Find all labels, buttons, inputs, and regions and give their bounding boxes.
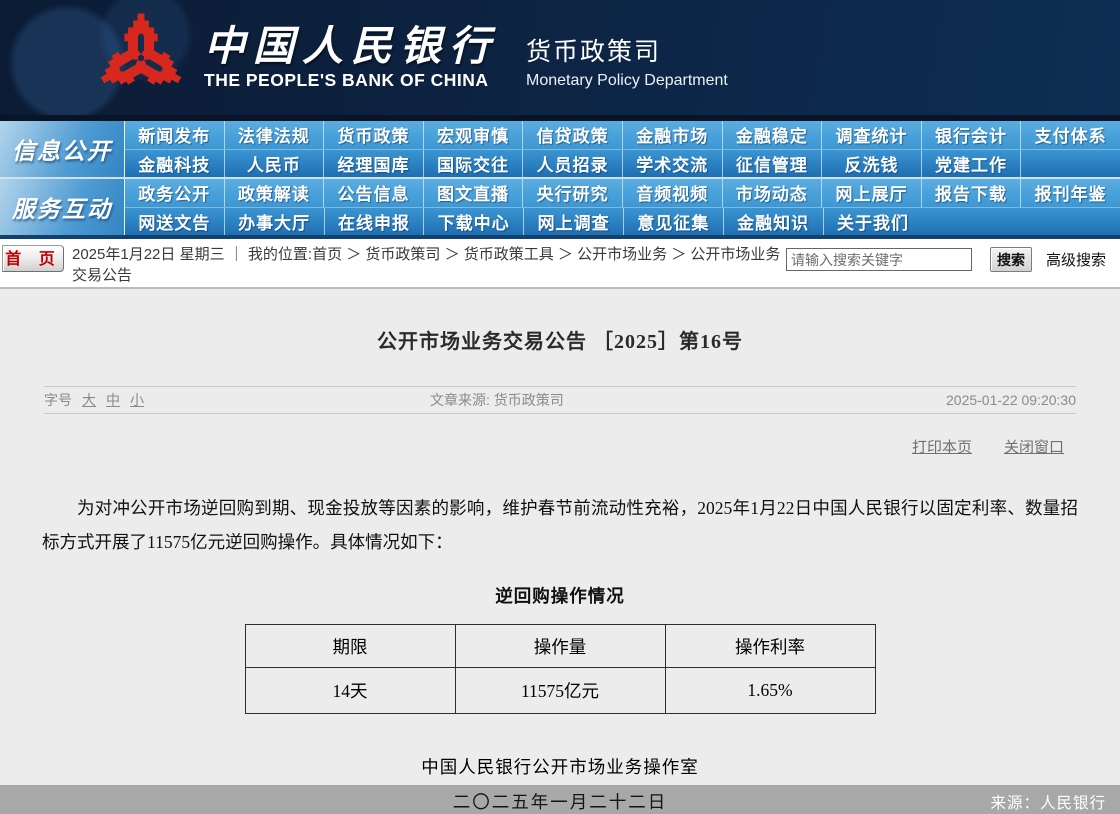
article-actions: 打印本页 关闭窗口 xyxy=(0,436,1064,457)
bank-name-cn: 中国人民银行 xyxy=(204,25,498,67)
print-page-link[interactable]: 打印本页 xyxy=(912,436,972,457)
nav-item[interactable]: 市场动态 xyxy=(723,179,823,207)
cell-rate: 1.65% xyxy=(665,668,875,714)
meta-divider-bottom xyxy=(44,413,1076,414)
repo-operation-table: 期限 操作量 操作利率 14天 11575亿元 1.65% xyxy=(245,624,876,714)
site-header: 中国人民银行 THE PEOPLE'S BANK OF CHINA 货币政策司 … xyxy=(0,0,1120,115)
nav-section-label-service: 服务互动 xyxy=(0,179,125,235)
article-meta: 字号 大 中 小 文章来源: 货币政策司 2025-01-22 09:20:30 xyxy=(44,387,1076,413)
nav-item[interactable]: 公告信息 xyxy=(324,179,424,207)
nav-item[interactable]: 党建工作 xyxy=(922,150,1022,178)
nav-row-4: 网送文告 办事大厅 在线申报 下载中心 网上调查 意见征集 金融知识 关于我们 xyxy=(125,208,1120,236)
nav-row-3: 政务公开 政策解读 公告信息 图文直播 央行研究 音频视频 市场动态 网上展厅 … xyxy=(125,179,1120,208)
nav-item-empty xyxy=(1021,208,1120,236)
nav-item[interactable]: 政策解读 xyxy=(225,179,325,207)
nav-item[interactable]: 关于我们 xyxy=(824,208,923,236)
advanced-search-link[interactable]: 高级搜索 xyxy=(1046,249,1106,270)
nav-section-label-info: 信息公开 xyxy=(0,121,125,177)
department-block: 货币政策司 Monetary Policy Department xyxy=(526,26,728,90)
nav-item[interactable]: 法律法规 xyxy=(225,121,325,149)
nav-section-service-interaction: 服务互动 政务公开 政策解读 公告信息 图文直播 央行研究 音频视频 市场动态 … xyxy=(0,179,1120,235)
pboc-logo-icon xyxy=(92,10,190,106)
search-input[interactable] xyxy=(786,248,972,271)
main-navigation: 信息公开 新闻发布 法律法规 货币政策 宏观审慎 信贷政策 金融市场 金融稳定 … xyxy=(0,115,1120,239)
nav-item[interactable]: 货币政策 xyxy=(324,121,424,149)
breadcrumb[interactable]: 2025年1月22日 星期三 ｜ 我的位置:首页 ＞ 货币政策司 ＞ 货币政策工… xyxy=(72,242,784,286)
col-header-rate: 操作利率 xyxy=(665,625,875,668)
nav-item[interactable]: 金融知识 xyxy=(724,208,824,236)
nav-item[interactable]: 新闻发布 xyxy=(125,121,225,149)
nav-item[interactable]: 反洗钱 xyxy=(822,150,922,178)
font-size-label: 字号 xyxy=(44,390,72,410)
bank-name-block: 中国人民银行 THE PEOPLE'S BANK OF CHINA xyxy=(204,25,498,91)
nav-item[interactable]: 网上调查 xyxy=(524,208,624,236)
article-content: 公开市场业务交易公告 ［2025］第16号 字号 大 中 小 文章来源: 货币政… xyxy=(0,289,1120,814)
table-caption: 逆回购操作情况 xyxy=(0,583,1120,608)
nav-item-empty xyxy=(922,208,1021,236)
col-header-term: 期限 xyxy=(245,625,455,668)
nav-menu-service: 政务公开 政策解读 公告信息 图文直播 央行研究 音频视频 市场动态 网上展厅 … xyxy=(125,179,1120,235)
breadcrumb-bar: 首 页 2025年1月22日 星期三 ｜ 我的位置:首页 ＞ 货币政策司 ＞ 货… xyxy=(0,239,1120,289)
nav-section-label-text: 服务互动 xyxy=(12,190,112,224)
nav-item[interactable]: 学术交流 xyxy=(623,150,723,178)
article-timestamp: 2025-01-22 09:20:30 xyxy=(946,392,1076,408)
nav-item[interactable]: 办事大厅 xyxy=(225,208,325,236)
nav-menu-info: 新闻发布 法律法规 货币政策 宏观审慎 信贷政策 金融市场 金融稳定 调查统计 … xyxy=(125,121,1120,177)
nav-item[interactable]: 报刊年鉴 xyxy=(1021,179,1120,207)
nav-row-2: 金融科技 人民币 经理国库 国际交往 人员招录 学术交流 征信管理 反洗钱 党建… xyxy=(125,150,1120,178)
nav-item[interactable]: 国际交往 xyxy=(424,150,524,178)
article-signature: 中国人民银行公开市场业务操作室 xyxy=(0,754,1120,779)
article-paragraph: 为对冲公开市场逆回购到期、现金投放等因素的影响，维护春节前流动性充裕，2025年… xyxy=(42,491,1078,559)
nav-item[interactable]: 图文直播 xyxy=(424,179,524,207)
nav-item[interactable]: 信贷政策 xyxy=(523,121,623,149)
article-source: 文章来源: 货币政策司 xyxy=(430,390,946,410)
nav-row-1: 新闻发布 法律法规 货币政策 宏观审慎 信贷政策 金融市场 金融稳定 调查统计 … xyxy=(125,121,1120,150)
search-button[interactable]: 搜索 xyxy=(990,247,1032,272)
nav-item[interactable]: 央行研究 xyxy=(523,179,623,207)
close-window-link[interactable]: 关闭窗口 xyxy=(1004,436,1064,457)
cell-volume: 11575亿元 xyxy=(455,668,665,714)
nav-item[interactable]: 征信管理 xyxy=(723,150,823,178)
nav-item[interactable]: 支付体系 xyxy=(1021,121,1120,149)
nav-item[interactable]: 报告下载 xyxy=(922,179,1022,207)
nav-section-label-text: 信息公开 xyxy=(12,132,112,166)
col-header-volume: 操作量 xyxy=(455,625,665,668)
nav-section-info-disclosure: 信息公开 新闻发布 法律法规 货币政策 宏观审慎 信贷政策 金融市场 金融稳定 … xyxy=(0,121,1120,177)
nav-item[interactable]: 人民币 xyxy=(225,150,325,178)
font-size-large[interactable]: 大 xyxy=(82,390,96,410)
nav-item[interactable]: 金融市场 xyxy=(623,121,723,149)
font-size-small[interactable]: 小 xyxy=(130,390,144,410)
table-header-row: 期限 操作量 操作利率 xyxy=(245,625,875,668)
bank-name-en: THE PEOPLE'S BANK OF CHINA xyxy=(204,70,498,91)
nav-item[interactable]: 网送文告 xyxy=(125,208,225,236)
department-name-cn: 货币政策司 xyxy=(526,32,728,68)
nav-item[interactable]: 网上展厅 xyxy=(822,179,922,207)
nav-item[interactable]: 音频视频 xyxy=(623,179,723,207)
home-button[interactable]: 首 页 xyxy=(2,245,64,272)
table-row: 14天 11575亿元 1.65% xyxy=(245,668,875,714)
nav-item[interactable]: 调查统计 xyxy=(822,121,922,149)
search-box: 搜索 高级搜索 xyxy=(786,242,1106,272)
nav-item-empty xyxy=(1021,150,1120,178)
nav-item[interactable]: 经理国库 xyxy=(324,150,424,178)
nav-item[interactable]: 金融稳定 xyxy=(723,121,823,149)
nav-item[interactable]: 宏观审慎 xyxy=(424,121,524,149)
page-title: 公开市场业务交易公告 ［2025］第16号 xyxy=(0,289,1120,354)
article-date: 二〇二五年一月二十二日 xyxy=(0,789,1120,814)
nav-item[interactable]: 在线申报 xyxy=(325,208,425,236)
nav-item[interactable]: 金融科技 xyxy=(125,150,225,178)
nav-item[interactable]: 银行会计 xyxy=(922,121,1022,149)
nav-item[interactable]: 人员招录 xyxy=(523,150,623,178)
nav-item[interactable]: 意见征集 xyxy=(624,208,724,236)
font-size-controls: 字号 大 中 小 xyxy=(44,390,430,410)
nav-item[interactable]: 下载中心 xyxy=(424,208,524,236)
font-size-medium[interactable]: 中 xyxy=(106,390,120,410)
cell-term: 14天 xyxy=(245,668,455,714)
nav-item[interactable]: 政务公开 xyxy=(125,179,225,207)
department-name-en: Monetary Policy Department xyxy=(526,72,728,90)
